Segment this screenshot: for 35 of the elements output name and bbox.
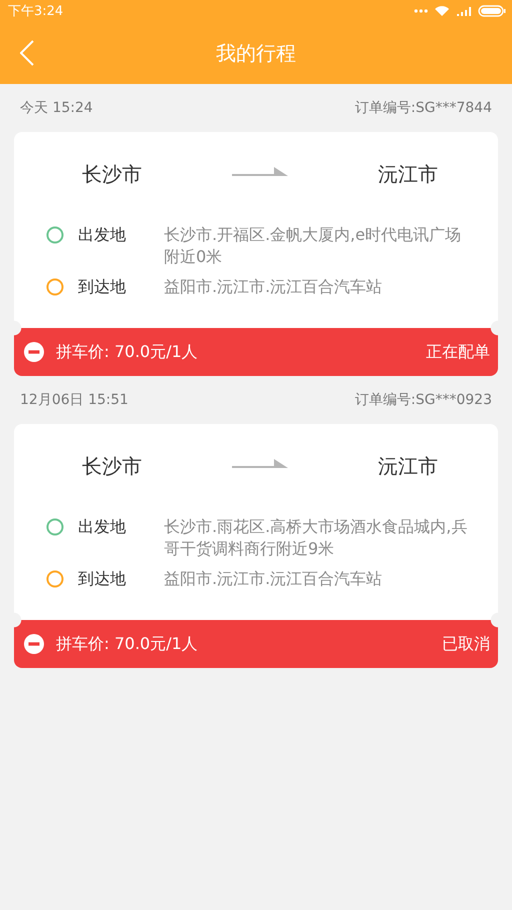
- stop-address: 益阳市.沅江市.沅江百合汽车站: [164, 276, 382, 298]
- circle-icon: [46, 278, 64, 296]
- destination-city: 沅江市: [378, 452, 438, 480]
- origin-city: 长沙市: [82, 160, 142, 188]
- stop-label: 到达地: [78, 276, 127, 298]
- minus-circle-icon: [24, 634, 44, 654]
- more-dots-icon: [414, 9, 428, 13]
- back-icon[interactable]: [20, 40, 34, 66]
- trip-date: 12月06日 15:51: [20, 391, 128, 409]
- price-text: 拼车价: 70.0元/1人: [56, 342, 199, 362]
- stop-address: 长沙市.开福区.金帆大厦内,e时代电讯广场附近0米: [164, 224, 462, 268]
- signal-icon: [456, 6, 472, 16]
- destination-city: 沅江市: [378, 160, 438, 188]
- circle-icon: [46, 226, 64, 244]
- stop-address: 长沙市.雨花区.高桥大市场酒水食品城内,兵哥干货调料商行附近9米: [164, 516, 468, 560]
- order-status: 已取消: [442, 634, 490, 654]
- minus-circle-icon: [24, 342, 44, 362]
- status-time: 下午3:24: [8, 3, 64, 20]
- page-title: 我的行程: [216, 40, 296, 66]
- circle-icon: [46, 518, 64, 536]
- trip-card[interactable]: 长沙市 沅江市 出发地 长沙市.雨花区.高桥大市场酒水食品城内,兵哥干货调料商行附近9米 到达地 益阳市.沅江市.沅江百合汽车站: [14, 424, 498, 620]
- order-status: 正在配单: [426, 342, 490, 362]
- circle-icon: [46, 570, 64, 588]
- stop-label: 出发地: [78, 516, 127, 538]
- trip-date: 今天 15:24: [20, 99, 93, 117]
- order-number: 订单编号:SG***0923: [354, 391, 492, 409]
- order-number: 订单编号:SG***7844: [354, 99, 492, 117]
- stop-label: 出发地: [78, 224, 127, 246]
- stop-label: 到达地: [78, 568, 127, 590]
- price-text: 拼车价: 70.0元/1人: [56, 634, 199, 654]
- wifi-icon: [434, 5, 450, 17]
- trip-card[interactable]: 长沙市 沅江市 出发地 长沙市.开福区.金帆大厦内,e时代电讯广场附近0米 到达地 益阳市.沅江市.沅江百合汽车站: [14, 132, 498, 328]
- origin-city: 长沙市: [82, 452, 142, 480]
- stop-address: 益阳市.沅江市.沅江百合汽车站: [164, 568, 382, 590]
- battery-icon: [478, 5, 506, 17]
